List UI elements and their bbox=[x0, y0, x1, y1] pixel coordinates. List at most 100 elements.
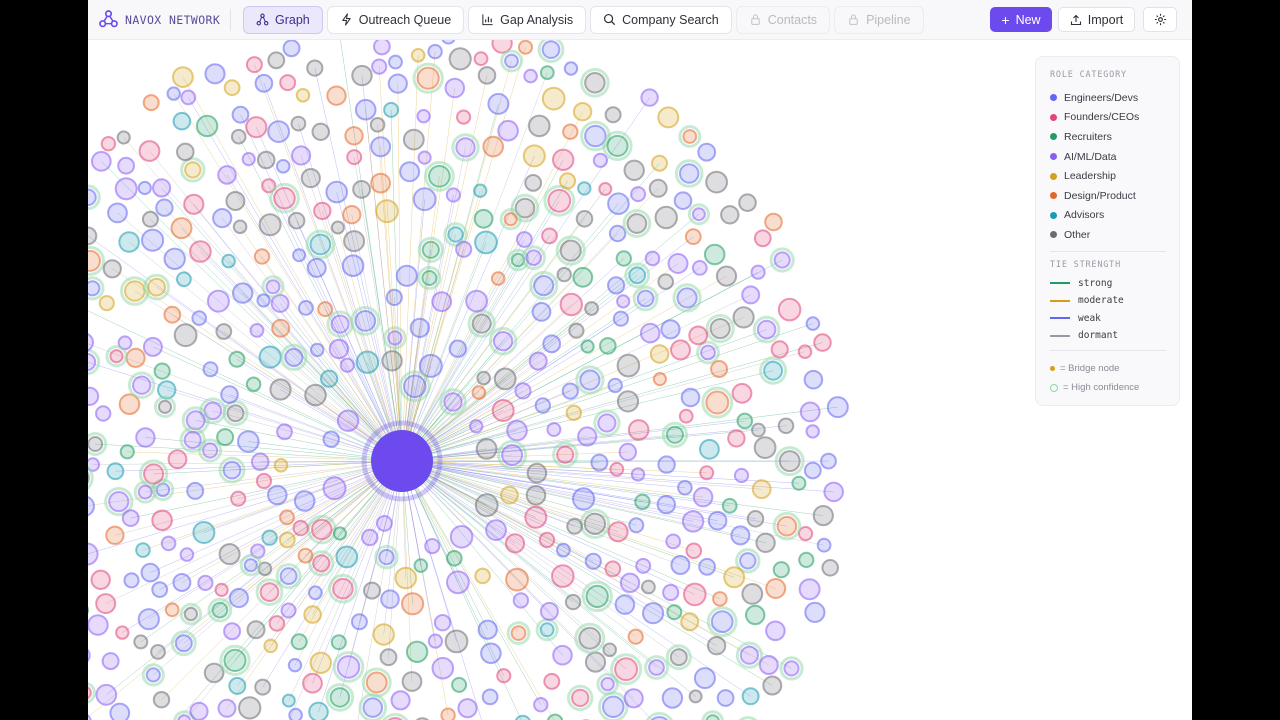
contact-node[interactable] bbox=[751, 479, 772, 500]
contact-node[interactable] bbox=[354, 98, 377, 121]
contact-node[interactable] bbox=[607, 276, 626, 295]
contact-node[interactable] bbox=[282, 39, 301, 58]
contact-node[interactable] bbox=[371, 58, 388, 75]
contact-node[interactable] bbox=[98, 295, 115, 312]
contact-node[interactable] bbox=[320, 369, 339, 388]
contact-node[interactable] bbox=[572, 487, 596, 511]
contact-node[interactable] bbox=[385, 288, 403, 306]
contact-node[interactable] bbox=[630, 186, 647, 203]
contact-node[interactable] bbox=[237, 430, 260, 453]
contact-node[interactable] bbox=[674, 159, 704, 188]
contact-node[interactable] bbox=[163, 305, 182, 324]
contact-node[interactable] bbox=[542, 334, 562, 354]
contact-node[interactable] bbox=[680, 387, 701, 408]
contact-node[interactable] bbox=[563, 61, 579, 76]
contact-node[interactable] bbox=[401, 592, 425, 616]
contact-node[interactable] bbox=[693, 667, 716, 690]
contact-node[interactable] bbox=[143, 273, 170, 301]
contact-node[interactable] bbox=[712, 591, 728, 607]
contact-node[interactable] bbox=[238, 696, 262, 720]
contact-node[interactable] bbox=[607, 377, 623, 394]
contact-node[interactable] bbox=[152, 178, 172, 198]
contact-node[interactable] bbox=[218, 543, 241, 566]
contact-node[interactable] bbox=[106, 462, 125, 481]
tab-gap-analysis[interactable]: Gap Analysis bbox=[468, 5, 587, 34]
contact-node[interactable] bbox=[758, 655, 779, 675]
contact-node[interactable] bbox=[622, 209, 652, 238]
contact-node[interactable] bbox=[116, 130, 131, 145]
contact-node[interactable] bbox=[555, 235, 586, 266]
contact-node[interactable] bbox=[206, 289, 230, 313]
contact-node[interactable] bbox=[172, 573, 192, 592]
contact-node[interactable] bbox=[341, 254, 365, 278]
contact-node[interactable] bbox=[372, 623, 395, 646]
contact-node[interactable] bbox=[281, 693, 296, 708]
contact-node[interactable] bbox=[514, 714, 531, 720]
contact-node[interactable] bbox=[163, 247, 186, 270]
contact-node[interactable] bbox=[816, 537, 832, 553]
contact-node[interactable] bbox=[448, 47, 472, 71]
contact-node[interactable] bbox=[269, 378, 292, 401]
contact-node[interactable] bbox=[342, 205, 362, 225]
contact-node[interactable] bbox=[524, 174, 543, 192]
contact-node[interactable] bbox=[151, 581, 169, 598]
contact-node[interactable] bbox=[225, 191, 246, 211]
contact-node[interactable] bbox=[665, 644, 692, 671]
contact-node[interactable] bbox=[88, 496, 95, 517]
contact-node[interactable] bbox=[166, 86, 181, 101]
contact-node[interactable] bbox=[497, 440, 528, 470]
contact-node[interactable] bbox=[491, 399, 515, 422]
contact-node[interactable] bbox=[381, 350, 403, 372]
contact-node[interactable] bbox=[465, 289, 489, 313]
contact-node[interactable] bbox=[618, 442, 637, 462]
contact-node[interactable] bbox=[741, 583, 764, 605]
contact-node[interactable] bbox=[346, 149, 363, 166]
contact-node[interactable] bbox=[652, 372, 668, 387]
contact-node[interactable] bbox=[678, 408, 694, 424]
contact-node[interactable] bbox=[730, 525, 751, 546]
contact-node[interactable] bbox=[732, 306, 755, 329]
contact-node[interactable] bbox=[487, 92, 510, 115]
contact-node[interactable] bbox=[496, 668, 512, 684]
contact-node[interactable] bbox=[376, 515, 393, 532]
contact-node[interactable] bbox=[630, 467, 646, 482]
contact-node[interactable] bbox=[179, 426, 206, 453]
contact-node[interactable] bbox=[657, 455, 676, 474]
contact-node[interactable] bbox=[332, 526, 347, 541]
contact-node[interactable] bbox=[506, 621, 531, 645]
contact-node[interactable] bbox=[684, 228, 702, 246]
contact-node[interactable] bbox=[641, 579, 656, 595]
contact-node[interactable] bbox=[239, 554, 262, 577]
contact-node[interactable] bbox=[751, 422, 766, 438]
contact-node[interactable] bbox=[572, 266, 594, 288]
contact-node[interactable] bbox=[561, 382, 579, 400]
contact-node[interactable] bbox=[95, 405, 112, 422]
contact-node[interactable] bbox=[497, 119, 519, 142]
contact-node[interactable] bbox=[258, 213, 282, 237]
contact-node[interactable] bbox=[529, 271, 559, 301]
contact-node[interactable] bbox=[427, 43, 443, 60]
contact-node[interactable] bbox=[191, 310, 207, 326]
contact-node[interactable] bbox=[246, 620, 266, 640]
contact-node[interactable] bbox=[95, 593, 117, 615]
contact-node[interactable] bbox=[155, 198, 174, 217]
contact-node[interactable] bbox=[223, 622, 242, 641]
contact-node[interactable] bbox=[499, 208, 522, 231]
contact-node[interactable] bbox=[218, 456, 246, 484]
contact-node[interactable] bbox=[245, 56, 263, 74]
contact-node[interactable] bbox=[330, 220, 345, 235]
contact-node[interactable] bbox=[100, 136, 117, 152]
contact-node[interactable] bbox=[528, 351, 548, 371]
contact-node[interactable] bbox=[559, 292, 583, 317]
contact-node[interactable] bbox=[326, 310, 354, 338]
contact-node[interactable] bbox=[118, 231, 140, 253]
contact-node[interactable] bbox=[88, 276, 105, 301]
contact-node[interactable] bbox=[546, 713, 564, 720]
contact-node[interactable] bbox=[405, 640, 429, 663]
tab-contacts[interactable]: Contacts bbox=[735, 5, 831, 34]
contact-node[interactable] bbox=[615, 250, 632, 267]
contact-node[interactable] bbox=[125, 347, 146, 368]
contact-node[interactable] bbox=[562, 123, 579, 140]
contact-node[interactable] bbox=[481, 688, 499, 706]
contact-node[interactable] bbox=[473, 51, 489, 67]
